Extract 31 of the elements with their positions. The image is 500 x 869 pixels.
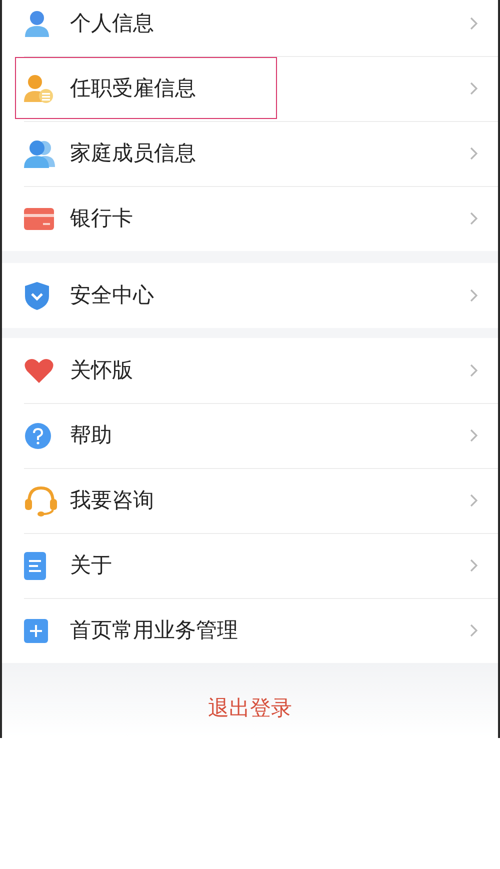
menu-item[interactable]: 任职受雇信息 [2, 56, 498, 121]
heart-icon [24, 358, 54, 384]
chevron-right-icon [470, 147, 478, 160]
person-icon [24, 10, 50, 38]
menu-item[interactable]: 首页常用业务管理 [2, 598, 498, 663]
menu-item[interactable]: 帮助 [2, 403, 498, 468]
logout-button[interactable]: 退出登录 [208, 693, 292, 724]
chevron-right-icon [470, 429, 478, 442]
person-badge-icon [24, 74, 54, 104]
menu-item[interactable]: 关怀版 [2, 338, 498, 403]
menu-item[interactable]: 个人信息 [2, 0, 498, 56]
people-icon [24, 138, 56, 168]
chevron-right-icon [470, 559, 478, 572]
menu-item[interactable]: 家庭成员信息 [2, 121, 498, 186]
chevron-right-icon [470, 624, 478, 637]
chevron-right-icon [470, 364, 478, 377]
chevron-right-icon [470, 82, 478, 95]
menu-item[interactable]: 我要咨询 [2, 468, 498, 533]
document-icon [24, 552, 46, 580]
shield-icon [24, 280, 50, 310]
chevron-right-icon [470, 17, 478, 30]
help-icon [24, 422, 52, 450]
menu-item[interactable]: 关于 [2, 533, 498, 598]
menu-item[interactable]: 安全中心 [2, 263, 498, 328]
menu-item[interactable]: 银行卡 [2, 186, 498, 251]
headset-icon [24, 484, 58, 516]
chevron-right-icon [470, 289, 478, 302]
chevron-right-icon [470, 212, 478, 225]
card-icon [24, 208, 54, 230]
chevron-right-icon [470, 494, 478, 507]
plus-square-icon [24, 618, 48, 642]
